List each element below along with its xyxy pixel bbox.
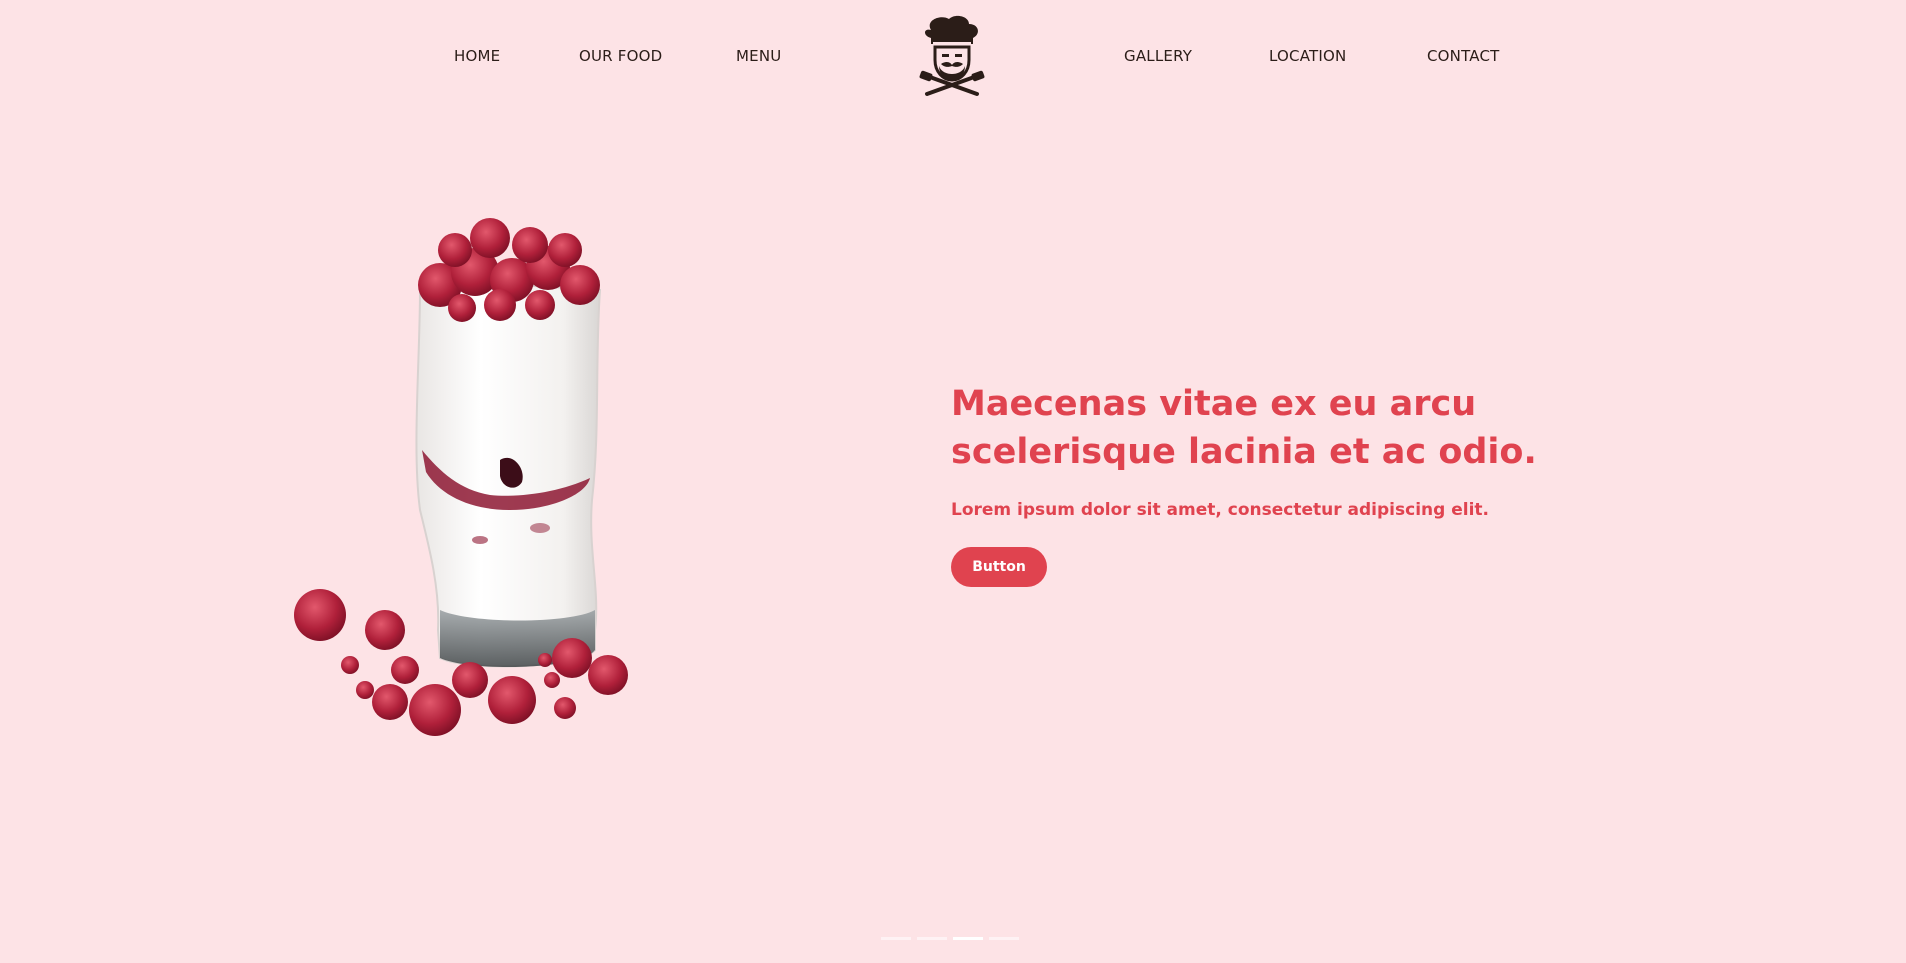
nav-link-home[interactable]: HOME: [454, 47, 500, 65]
nav-link-location[interactable]: LOCATION: [1269, 47, 1346, 65]
nav-link-contact[interactable]: CONTACT: [1427, 47, 1500, 65]
page: HOME OUR FOOD MENU GALLERY LOCATION CONT…: [0, 0, 1906, 963]
nav-link-our-food[interactable]: OUR FOOD: [579, 47, 662, 65]
hero-subtitle: Lorem ipsum dolor sit amet, consectetur …: [951, 500, 1489, 520]
nav-link-menu[interactable]: MENU: [736, 47, 781, 65]
slider-indicators: [881, 937, 1019, 941]
nav-link-gallery[interactable]: GALLERY: [1124, 47, 1192, 65]
main-nav: HOME OUR FOOD MENU GALLERY LOCATION CONT…: [0, 0, 1906, 112]
hero-cta-button[interactable]: Button: [951, 547, 1047, 587]
hero-title: Maecenas vitae ex eu arcu scelerisque la…: [951, 384, 1537, 472]
chef-logo-icon[interactable]: [917, 14, 987, 98]
slide-indicator-4[interactable]: [989, 937, 1019, 940]
slide-indicator-2[interactable]: [917, 937, 947, 940]
slide-indicator-1[interactable]: [881, 937, 911, 940]
raspberry-milkshake-image: [294, 218, 628, 736]
slide-indicator-3[interactable]: [953, 937, 983, 940]
